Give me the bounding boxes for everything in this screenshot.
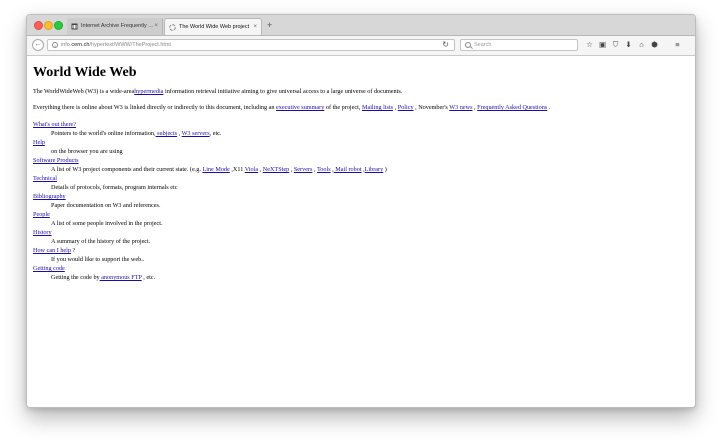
section-description: A summary of the history of the project. [51, 238, 151, 245]
nextstep-link[interactable]: NeXTStep [263, 166, 289, 173]
how-can-i-help-link[interactable]: How can I help [33, 247, 71, 254]
search-icon [465, 42, 471, 48]
section-description: Getting the code by anonymous FTP , etc. [51, 273, 689, 282]
technical-link[interactable]: Technical [33, 175, 57, 182]
url-text[interactable]: info.cern.ch/hypertext/WWW/TheProject.ht… [61, 40, 171, 50]
faq-link[interactable]: Frequently Asked Questions [477, 104, 547, 111]
pocket-icon[interactable]: ⛉ [611, 39, 620, 51]
viola-link[interactable]: Viola [245, 166, 258, 173]
section-term: Software Products [33, 156, 689, 165]
servers-link[interactable]: Servers [294, 166, 313, 173]
text-fragment: ,X11 [229, 166, 245, 173]
tab-title: The World Wide Web project [179, 24, 250, 30]
page-title: World Wide Web [33, 65, 137, 80]
section-description: Paper documentation on W3 and references… [51, 202, 161, 209]
text-fragment: . [547, 104, 551, 111]
section-term: History [33, 228, 689, 237]
section-term: Technical [33, 174, 689, 183]
new-tab-button[interactable]: + [267, 18, 272, 32]
getting-code-link[interactable]: Getting code [33, 265, 65, 272]
close-window-button[interactable] [34, 21, 43, 30]
people-link[interactable]: People [33, 211, 50, 218]
reading-list-icon[interactable]: ▣ [598, 39, 607, 51]
tab-title: Internet Archive Frequently ... [81, 23, 153, 29]
section-description: Pointers to the world's online informati… [51, 129, 689, 138]
url-bar[interactable]: i info.cern.ch/hypertext/WWW/TheProject.… [47, 39, 455, 51]
section-term: How can I help ? [33, 246, 689, 255]
download-icon[interactable]: ⬇ [624, 39, 633, 51]
archive-favicon-icon [71, 23, 78, 30]
section-term: What's out there? [33, 120, 689, 129]
section-description: A list of some people involved in the pr… [51, 220, 163, 227]
bibliography-link[interactable]: Bibliography [33, 193, 66, 200]
software-products-link[interactable]: Software Products [33, 157, 79, 164]
section-description: on the browser you are using [51, 148, 123, 155]
page-favicon-icon [169, 24, 176, 31]
reload-icon[interactable]: ↻ [442, 40, 449, 50]
tab-close-icon[interactable]: × [253, 19, 257, 35]
search-input[interactable]: Search [460, 39, 578, 51]
intro-text: The WorldWideWeb (W3) is a wide-area [33, 88, 135, 95]
navigation-bar: ← i info.cern.ch/hypertext/WWW/TheProjec… [27, 36, 695, 56]
url-path: /hypertext/WWW/TheProject.html [89, 42, 171, 48]
intro-paragraph: The WorldWideWeb (W3) is a wide-areahype… [33, 88, 689, 96]
search-placeholder: Search [474, 42, 492, 48]
url-subdomain: info. [61, 42, 72, 48]
tab-strip: Internet Archive Frequently ... × The Wo… [27, 15, 695, 36]
subjects-link[interactable]: subjects [156, 130, 177, 137]
everything-paragraph: Everything there is online about W3 is l… [33, 104, 689, 112]
text-fragment: ) [383, 166, 387, 173]
history-link[interactable]: History [33, 229, 52, 236]
section-term: Help [33, 138, 689, 147]
zoom-window-button[interactable] [54, 21, 63, 30]
menu-icon[interactable]: ≡ [673, 39, 682, 51]
tab-close-icon[interactable]: × [154, 18, 158, 35]
hypermedia-link[interactable]: hypermedia [134, 88, 163, 95]
section-term: Bibliography [33, 192, 689, 201]
section-description: Details of protocols, formats, program i… [51, 184, 178, 191]
section-term: People [33, 210, 689, 219]
section-term: Getting code [33, 264, 689, 273]
tab-internet-archive[interactable]: Internet Archive Frequently ... × [67, 18, 163, 35]
text-fragment: , etc. [141, 274, 156, 281]
intro-text-end: information retrieval initiative aiming … [163, 88, 403, 95]
policy-link[interactable]: Policy [398, 104, 414, 111]
minimize-window-button[interactable] [44, 21, 53, 30]
page-content: World Wide Web The WorldWideWeb (W3) is … [27, 56, 695, 407]
star-icon[interactable]: ☆ [585, 39, 594, 51]
url-host: cern.ch [71, 42, 90, 48]
browser-window: Internet Archive Frequently ... × The Wo… [26, 14, 696, 408]
anonymous-ftp-link[interactable]: anonymous FTP [100, 274, 142, 281]
executive-summary-link[interactable]: executive summary [276, 104, 324, 111]
everything-text: Everything there is online about W3 is l… [33, 104, 277, 111]
shield-icon[interactable]: ⬢ [650, 39, 659, 51]
line-mode-link[interactable]: Line Mode [202, 166, 229, 173]
library-link[interactable]: Library [365, 166, 384, 173]
text-fragment: of the project, [324, 104, 362, 111]
home-icon[interactable]: ⌂ [637, 39, 646, 51]
w3-news-link[interactable]: W3 news [449, 104, 472, 111]
text-fragment: ? [70, 247, 76, 254]
text-fragment: Pointers to the world's online informati… [51, 130, 156, 137]
mailing-lists-link[interactable]: Mailing lists [362, 104, 393, 111]
w3-servers-link[interactable]: W3 servers [182, 130, 210, 137]
text-fragment: Getting the code by [51, 274, 100, 281]
text-fragment: , November's [413, 104, 450, 111]
text-fragment: A list of W3 project components and thei… [51, 166, 203, 173]
whats-out-there-link[interactable]: What's out there? [33, 121, 76, 128]
info-icon[interactable]: i [52, 42, 58, 48]
help-link[interactable]: Help [33, 139, 45, 146]
text-fragment: , etc. [209, 130, 222, 137]
section-description: If you would like to support the web.. [51, 256, 145, 263]
section-description: A list of W3 project components and thei… [51, 165, 689, 174]
back-arrow-icon[interactable]: ← [32, 39, 44, 51]
mail-robot-link[interactable]: Mail robot [334, 166, 361, 173]
section-list: What's out there? Pointers to the world'… [33, 120, 689, 282]
tab-world-wide-web[interactable]: The World Wide Web project × [164, 18, 262, 35]
tools-link[interactable]: Tools [317, 166, 331, 173]
